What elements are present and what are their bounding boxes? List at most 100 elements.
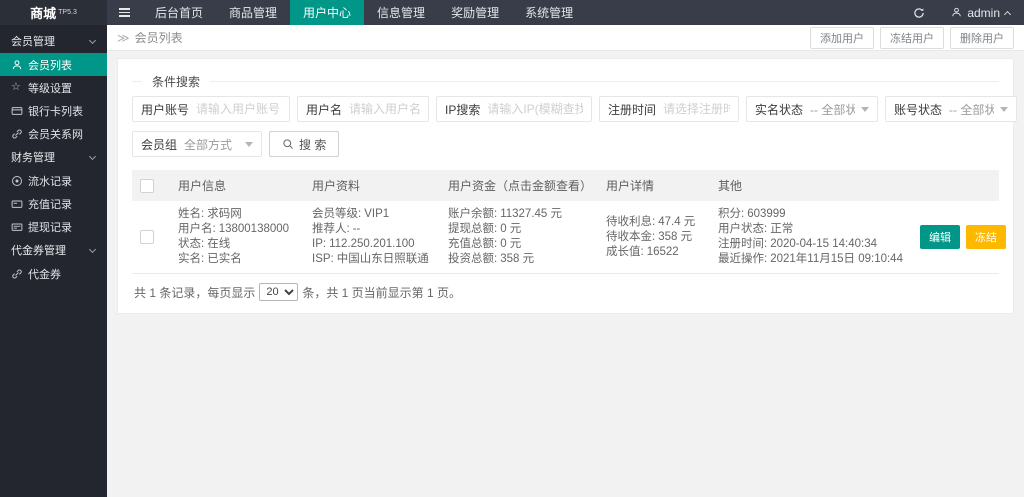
online-status: 在线 (207, 238, 231, 250)
user-status: 正常 (770, 223, 794, 235)
member-table: 用户信息 用户资料 用户资金（点击金额查看） 用户详情 其他 姓名: 求码网 用户… (132, 170, 1006, 274)
chevron-up-icon (1003, 10, 1012, 18)
admin-username: admin (967, 5, 1000, 20)
nav-item-rewards[interactable]: 奖励管理 (438, 0, 512, 25)
recharge-card-icon (11, 200, 23, 208)
pagination-prefix: 共 1 条记录，每页显示 (134, 285, 256, 300)
ip-field-group: IP搜索 (436, 96, 592, 122)
caret-down-icon (861, 106, 869, 112)
sidebar-item-member-network[interactable]: 会员关系网 (0, 122, 107, 145)
cell-user-funds: 账户余额: 11327.45 元 提现总额: 0 元 充值总额: 0 元 投资总额: 3… (440, 201, 598, 274)
sidebar-item-withdraw-records[interactable]: 提现记录 (0, 215, 107, 238)
nav-item-dashboard[interactable]: 后台首页 (142, 0, 216, 25)
freeze-button[interactable]: 冻结 (966, 225, 1006, 249)
col-header-user-info: 用户信息 (170, 170, 304, 201)
nav-item-user-center[interactable]: 用户中心 (290, 0, 365, 25)
last-operation-time: 2021年11月15日 09:10:44 (770, 253, 903, 265)
pending-interest: 47.4 元 (658, 215, 696, 228)
link-icon (12, 129, 22, 138)
refresh-icon[interactable] (901, 0, 937, 25)
col-header-user-details: 用户详情 (598, 170, 710, 201)
sidebar: 会员管理 会员列表 ☆ 等级设置 银行卡列表 会员关系网 财务管理 流水记录 充… (0, 25, 107, 497)
sidebar-item-flow-records[interactable]: 流水记录 (0, 169, 107, 192)
isp: 中国山东日照联通 (336, 253, 429, 265)
search-fieldset: 条件搜索 (132, 73, 999, 90)
brand-logo: 商城 TP5.3 (0, 0, 107, 25)
user-phone-link[interactable]: 13800138000 (219, 223, 289, 235)
points: 603999 (747, 208, 786, 220)
user-name: 求码网 (207, 208, 242, 220)
member-group-select[interactable]: 会员组 全部方式 (132, 131, 262, 157)
cell-other: 积分: 603999 用户状态: 正常 注册时间: 2020-04-15 14:40:… (710, 201, 912, 274)
recharge-total[interactable]: 0 元 (500, 238, 521, 250)
main-content: ≫ 会员列表 添加用户 冻结用户 删除用户 条件搜索 用户账号 用户名 (107, 25, 1024, 497)
username-input[interactable] (349, 102, 420, 116)
chevron-down-icon (88, 36, 97, 44)
breadcrumb-bar: ≫ 会员列表 添加用户 冻结用户 删除用户 (107, 25, 1024, 51)
reg-time-input[interactable] (663, 102, 730, 116)
delete-user-button[interactable]: 删除用户 (950, 26, 1014, 49)
sidebar-item-bank-cards[interactable]: 银行卡列表 (0, 99, 107, 122)
col-header-other: 其他 (710, 170, 912, 201)
vip-level: VIP1 (364, 208, 390, 220)
page-size-select[interactable]: 20 (259, 283, 299, 301)
referrer: -- (352, 223, 361, 235)
admin-user-menu[interactable]: admin (937, 0, 1024, 25)
freeze-user-button[interactable]: 冻结用户 (880, 26, 944, 49)
pagination-suffix: 条，共 1 页当前显示第 1 页。 (302, 285, 462, 300)
sidebar-item-member-list[interactable]: 会员列表 (0, 53, 107, 76)
chevron-down-icon (88, 152, 97, 160)
member-list-card: 条件搜索 用户账号 用户名 IP搜索 (117, 58, 1017, 314)
account-status-select[interactable]: 账号状态 -- 全部状态 -- (885, 96, 1017, 122)
breadcrumb-symbol: ≫ (117, 31, 130, 45)
brand-name: 商城 (30, 6, 57, 21)
cell-user-details: 待收利息: 47.4 元 待收本金: 358 元 成长值: 16522 (598, 201, 710, 274)
sidebar-item-vouchers[interactable]: 代金券 (0, 262, 107, 285)
hamburger-menu-icon[interactable] (107, 0, 142, 25)
chevron-down-icon (88, 245, 97, 253)
link-icon (12, 269, 22, 278)
add-user-button[interactable]: 添加用户 (810, 26, 874, 49)
user-icon (952, 7, 962, 17)
withdraw-total[interactable]: 0 元 (500, 223, 521, 235)
brand-version: TP5.3 (58, 9, 77, 16)
edit-button[interactable]: 编辑 (920, 225, 960, 249)
sidebar-group-finance-mgmt[interactable]: 财务管理 (0, 145, 107, 169)
search-icon (283, 139, 293, 149)
register-time: 2020-04-15 14:40:34 (770, 238, 877, 250)
reg-time-field-group: 注册时间 (599, 96, 739, 122)
row-checkbox[interactable] (140, 230, 154, 244)
nav-item-products[interactable]: 商品管理 (216, 0, 290, 25)
ip-address: 112.250.201.100 (329, 238, 415, 250)
nav-item-info[interactable]: 信息管理 (364, 0, 438, 25)
account-input[interactable] (196, 102, 281, 116)
account-field-group: 用户账号 (132, 96, 290, 122)
sidebar-group-voucher-mgmt[interactable]: 代金券管理 (0, 238, 107, 262)
sidebar-group-member-mgmt[interactable]: 会员管理 (0, 29, 107, 53)
nav-item-system[interactable]: 系统管理 (512, 0, 586, 25)
caret-down-icon (245, 141, 253, 147)
table-row: 姓名: 求码网 用户名: 13800138000 状态: 在线 实名: 已实名 会员等级… (132, 201, 1006, 274)
pagination: 共 1 条记录，每页显示 20 条，共 1 页当前显示第 1 页。 (132, 274, 999, 305)
topbar: 商城 TP5.3 后台首页 商品管理 用户中心 信息管理 奖励管理 系统管理 ad… (0, 0, 1024, 25)
growth-value: 16522 (646, 245, 679, 258)
select-all-checkbox[interactable] (140, 178, 154, 193)
col-header-user-funds: 用户资金（点击金额查看） (440, 170, 598, 201)
coin-icon (12, 175, 22, 186)
search-button[interactable]: 搜 索 (269, 131, 340, 157)
realname-status: 已实名 (207, 253, 242, 265)
ip-search-input[interactable] (487, 102, 583, 116)
bank-card-icon (11, 106, 23, 115)
star-icon: ☆ (11, 81, 21, 93)
cell-user-profile: 会员等级: VIP1 推荐人: -- IP: 112.250.201.100 ISP:… (304, 201, 440, 274)
realname-status-select[interactable]: 实名状态 -- 全部状态 -- (746, 96, 878, 122)
invest-total[interactable]: 358 元 (500, 253, 534, 265)
top-nav: 后台首页 商品管理 用户中心 信息管理 奖励管理 系统管理 (142, 0, 586, 25)
sidebar-item-recharge-records[interactable]: 充值记录 (0, 192, 107, 215)
sidebar-item-level-settings[interactable]: ☆ 等级设置 (0, 76, 107, 99)
breadcrumb-label: 会员列表 (134, 31, 183, 45)
search-legend: 条件搜索 (152, 75, 201, 89)
account-balance[interactable]: 11327.45 元 (500, 208, 562, 220)
withdraw-card-icon (11, 223, 23, 231)
cell-user-info: 姓名: 求码网 用户名: 13800138000 状态: 在线 实名: 已实名 (170, 201, 304, 274)
